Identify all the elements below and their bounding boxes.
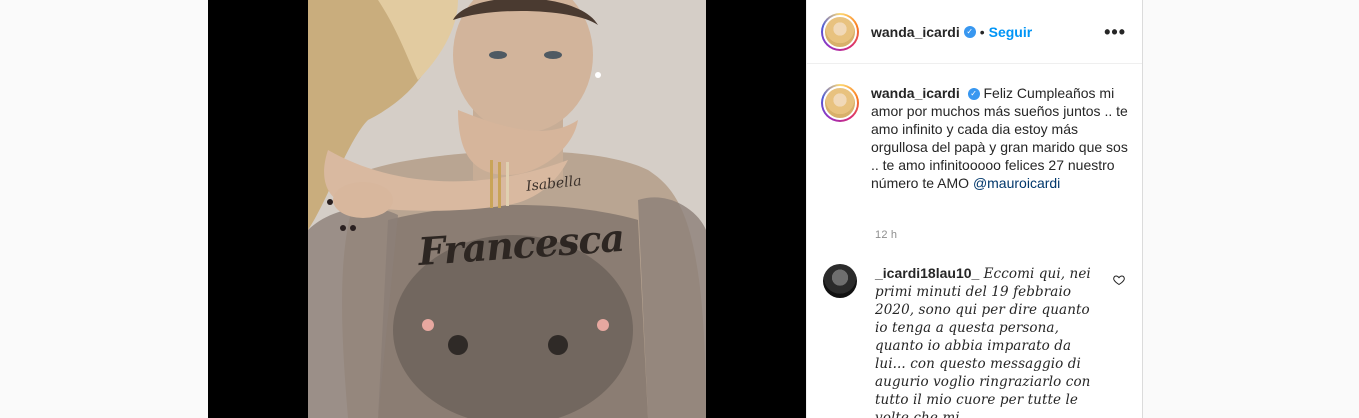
post-time[interactable]: 12 h [875, 229, 897, 241]
header-separator: • [979, 23, 985, 40]
comment-avatar[interactable] [823, 264, 857, 298]
post-caption: wanda_icardi ✓ Feliz Cumpleaños mi amor … [821, 84, 1131, 192]
comment-item: _icardi18lau10_ Eccomi qui, nei primi mi… [821, 264, 1131, 418]
caption-username[interactable]: wanda_icardi [871, 85, 960, 101]
caption-body: wanda_icardi ✓ Feliz Cumpleaños mi amor … [871, 84, 1131, 192]
post-media[interactable]: Isabella Francesca [208, 0, 806, 418]
post-side-panel: wanda_icardi ✓ • Seguir ••• wanda_icardi… [806, 0, 1143, 418]
photo-illustration [308, 0, 706, 418]
verified-badge-icon: ✓ [963, 25, 976, 38]
comment-username[interactable]: _icardi18lau10_ [875, 265, 979, 281]
header-username[interactable]: wanda_icardi [871, 24, 960, 40]
comment-text: Eccomi qui, nei primi minuti del 19 febb… [875, 266, 1091, 418]
avatar[interactable] [821, 12, 859, 51]
more-options-icon[interactable]: ••• [1104, 23, 1126, 41]
page-background-left [0, 0, 208, 418]
verified-badge-icon: ✓ [967, 88, 980, 101]
caption-avatar[interactable] [821, 84, 859, 122]
follow-button[interactable]: Seguir [989, 24, 1033, 40]
post-header: wanda_icardi ✓ • Seguir ••• [807, 0, 1142, 64]
caption-mention[interactable]: @mauroicardi [973, 175, 1060, 191]
page-background-right [1143, 0, 1359, 418]
heart-icon[interactable] [1113, 274, 1125, 286]
post-photo: Isabella Francesca [308, 0, 706, 418]
comment-body: _icardi18lau10_ Eccomi qui, nei primi mi… [875, 264, 1105, 418]
